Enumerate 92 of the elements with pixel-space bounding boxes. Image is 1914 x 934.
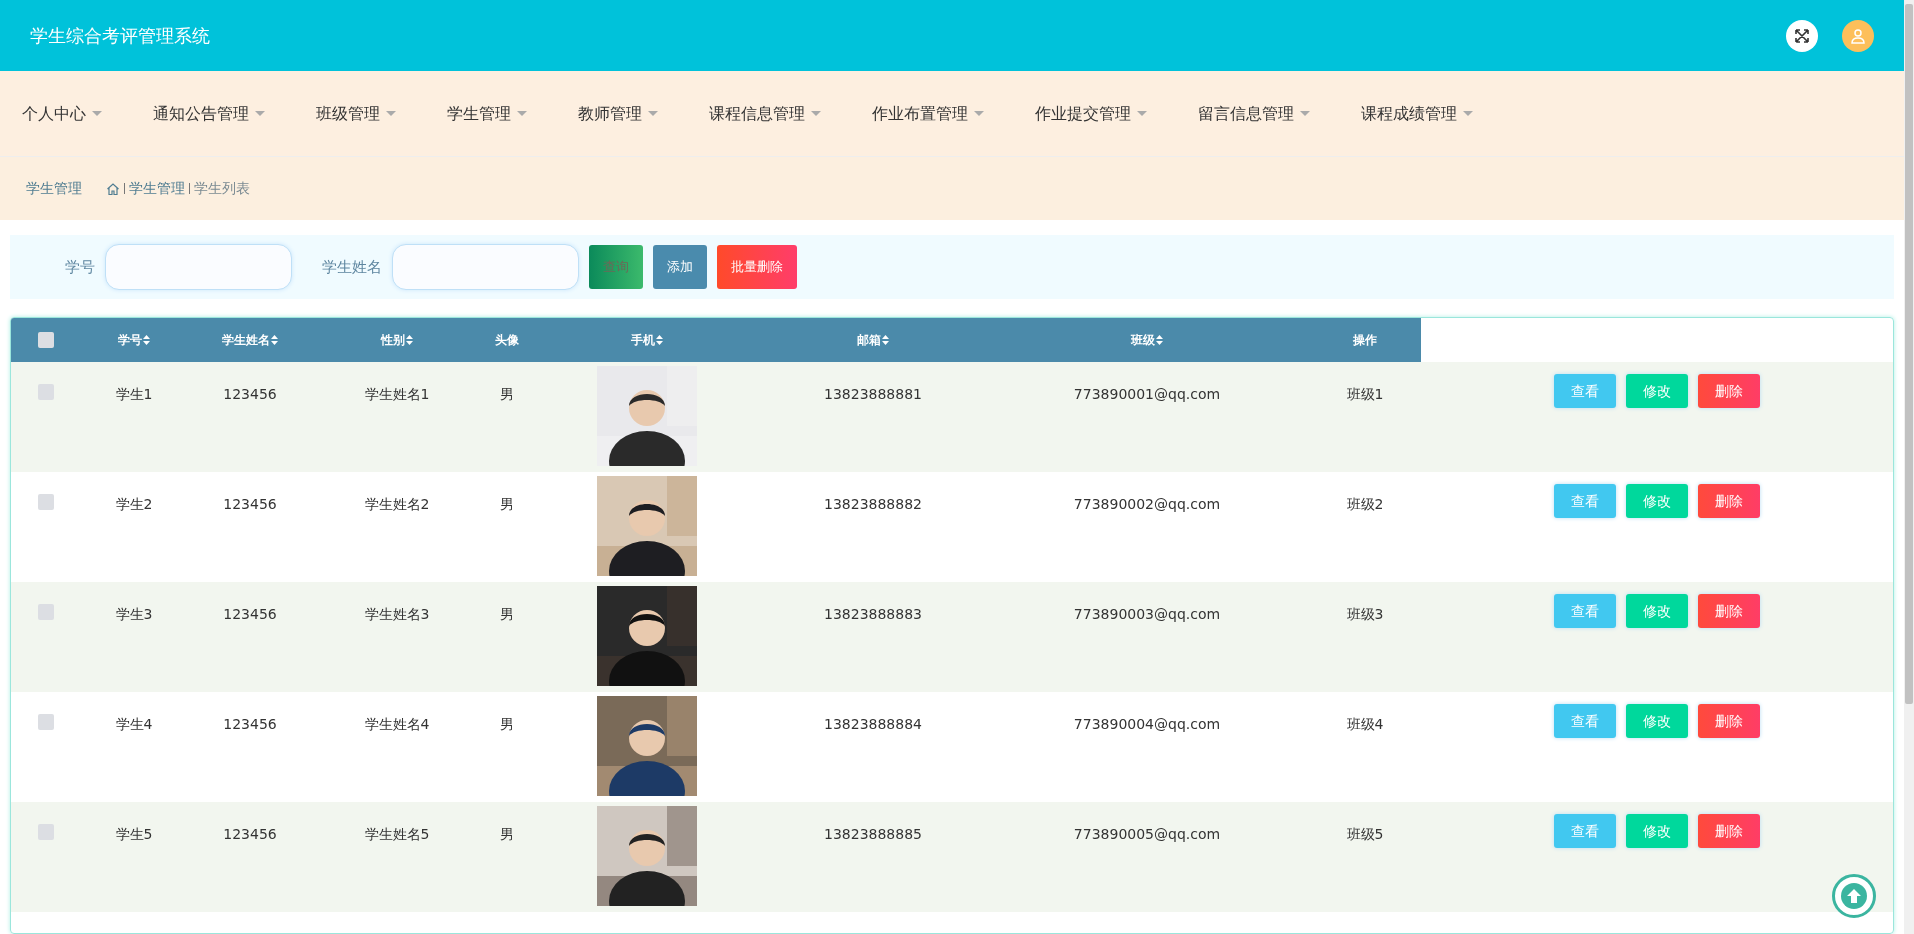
delete-button[interactable]: 删除	[1698, 374, 1760, 408]
table-cell: 学生1	[115, 386, 153, 402]
table-cell: 773890001@qq.com	[1073, 386, 1221, 402]
column-header[interactable]: 学号	[81, 318, 187, 362]
table-cell: 学生5	[115, 826, 153, 842]
view-button[interactable]: 查看	[1554, 484, 1616, 518]
table-cell: 学生4	[115, 716, 153, 732]
delete-button[interactable]: 删除	[1698, 594, 1760, 628]
table-cell: 123456	[223, 606, 277, 622]
table-cell: 773890003@qq.com	[1073, 606, 1221, 622]
sort-icon[interactable]	[406, 335, 413, 345]
column-header[interactable]: 手机	[533, 318, 761, 362]
nav-menu-item[interactable]: 作业布置管理	[860, 101, 996, 126]
table-cell: 班级1	[1346, 386, 1384, 402]
table-cell: 学生姓名2	[364, 496, 430, 512]
delete-button[interactable]: 删除	[1698, 484, 1760, 518]
table-cell: 123456	[223, 386, 277, 402]
row-checkbox[interactable]	[38, 494, 54, 510]
table-cell: 13823888881	[824, 386, 922, 402]
breadcrumb-item[interactable]: 学生管理	[129, 178, 185, 199]
table-cell: 班级2	[1346, 496, 1384, 512]
view-button[interactable]: 查看	[1554, 594, 1616, 628]
table-cell: 班级5	[1346, 826, 1384, 842]
table-cell: 班级4	[1346, 716, 1384, 732]
table-cell: 学生姓名4	[364, 716, 430, 732]
nav-menu-item[interactable]: 个人中心	[10, 101, 114, 126]
app-title: 学生综合考评管理系统	[30, 24, 210, 48]
table-cell: 13823888882	[824, 496, 922, 512]
table-cell: 班级3	[1346, 606, 1384, 622]
table-cell: 13823888883	[824, 606, 922, 622]
column-header[interactable]: 班级	[985, 318, 1309, 362]
column-header: 操作	[1309, 318, 1421, 362]
fullscreen-button[interactable]	[1786, 19, 1818, 52]
field-label: 学生姓名	[322, 256, 382, 278]
sort-icon[interactable]	[656, 335, 663, 345]
delete-button[interactable]: 删除	[1698, 704, 1760, 738]
row-checkbox[interactable]	[38, 384, 54, 400]
table-cell: 男	[500, 826, 514, 842]
page-title: 学生管理	[26, 179, 82, 198]
table-cell: 学生姓名5	[364, 826, 430, 842]
select-all-checkbox[interactable]	[38, 332, 54, 348]
table-cell: 学生2	[115, 496, 153, 512]
nav-menu-item[interactable]: 课程成绩管理	[1349, 101, 1485, 126]
delete-button[interactable]: 删除	[1698, 814, 1760, 848]
nav-menu-item[interactable]: 通知公告管理	[141, 101, 277, 126]
column-header[interactable]: 学生姓名	[187, 318, 313, 362]
search-field[interactable]	[105, 244, 292, 290]
sort-icon[interactable]	[143, 335, 150, 345]
table-cell: 男	[500, 716, 514, 732]
nav-menu-item[interactable]: 课程信息管理	[697, 101, 833, 126]
search-field[interactable]	[392, 244, 579, 290]
table-cell: 学生姓名1	[364, 386, 430, 402]
table-cell: 学生姓名3	[364, 606, 430, 622]
table-cell: 773890004@qq.com	[1073, 716, 1221, 732]
home-icon[interactable]	[106, 181, 120, 196]
nav-menu-item[interactable]: 教师管理	[566, 101, 670, 126]
row-checkbox[interactable]	[38, 604, 54, 620]
avatar-button[interactable]	[1842, 19, 1874, 52]
column-header: 头像	[481, 318, 533, 362]
nav-menu-item[interactable]: 留言信息管理	[1186, 101, 1322, 126]
view-button[interactable]: 查看	[1554, 814, 1616, 848]
table-cell: 123456	[223, 496, 277, 512]
field-label: 学号	[65, 256, 95, 278]
add-button[interactable]: 添加	[653, 245, 707, 289]
table-cell: 学生3	[115, 606, 153, 622]
row-checkbox[interactable]	[38, 824, 54, 840]
row-checkbox[interactable]	[38, 714, 54, 730]
scrollbar[interactable]	[1904, 0, 1914, 934]
user-icon	[1850, 27, 1866, 44]
nav-menu-item[interactable]: 班级管理	[304, 101, 408, 126]
table-cell: 男	[500, 386, 514, 402]
table-cell: 123456	[223, 826, 277, 842]
sort-icon[interactable]	[882, 335, 889, 345]
breadcrumb-item: 学生列表	[194, 179, 250, 198]
sort-icon[interactable]	[1156, 335, 1163, 345]
table-cell: 123456	[223, 716, 277, 732]
column-header[interactable]: 邮箱	[761, 318, 985, 362]
table-cell: 773890002@qq.com	[1073, 496, 1221, 512]
view-button[interactable]: 查看	[1554, 374, 1616, 408]
table-cell: 男	[500, 496, 514, 512]
expand-icon	[1794, 27, 1810, 44]
view-button[interactable]: 查看	[1554, 704, 1616, 738]
table-cell: 13823888885	[824, 826, 922, 842]
table-cell: 773890005@qq.com	[1073, 826, 1221, 842]
nav-menu-item[interactable]: 学生管理	[435, 101, 539, 126]
arrow-up-icon	[1841, 883, 1867, 909]
table-cell: 13823888884	[824, 716, 922, 732]
table-cell: 男	[500, 606, 514, 622]
nav-menu-item[interactable]: 作业提交管理	[1023, 101, 1159, 126]
column-header[interactable]: 性别	[313, 318, 481, 362]
batch-delete-button[interactable]: 批量删除	[717, 245, 797, 289]
sort-icon[interactable]	[271, 335, 278, 345]
